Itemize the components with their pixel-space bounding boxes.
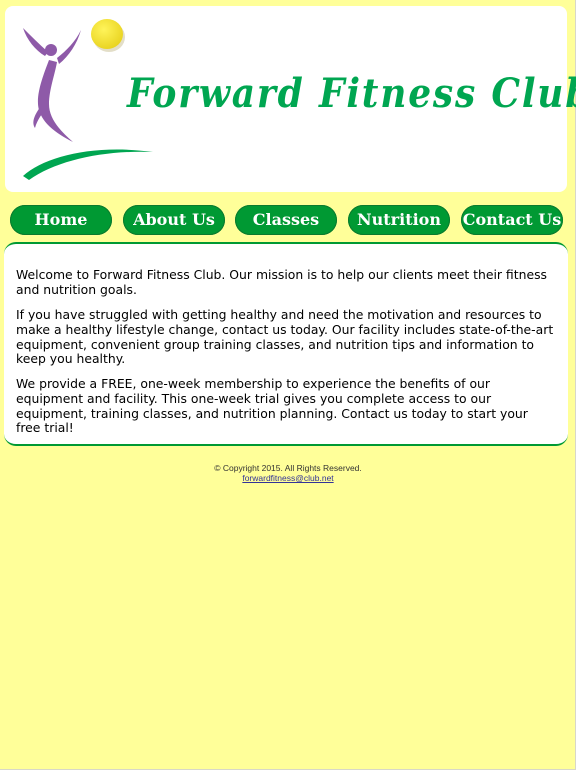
nav-contact-us-button[interactable]: Contact Us	[461, 205, 563, 235]
site-title: Forward Fitness Club	[127, 70, 576, 117]
welcome-paragraph: Welcome to Forward Fitness Club. Our mis…	[16, 267, 547, 297]
header: Forward Fitness Club	[5, 6, 576, 192]
nav-about-us-button[interactable]: About Us	[123, 205, 225, 235]
footer: © Copyright 2015. All Rights Reserved. f…	[0, 463, 576, 483]
nav-nutrition-button[interactable]: Nutrition	[348, 205, 450, 235]
main-navigation: Home About Us Classes Nutrition Contact …	[10, 205, 566, 235]
email-link[interactable]: forwardfitness@club.net	[242, 473, 333, 483]
page: Forward Fitness Club Home About Us Class…	[0, 0, 576, 770]
copyright-text: © Copyright 2015. All Rights Reserved.	[214, 463, 362, 473]
nav-home-button[interactable]: Home	[10, 205, 112, 235]
facility-paragraph: If you have struggled with getting healt…	[16, 307, 554, 367]
free-trial-paragraph: We provide a FREE, one-week membership t…	[16, 376, 528, 436]
main-content: Welcome to Forward Fitness Club. Our mis…	[4, 242, 568, 446]
nav-classes-button[interactable]: Classes	[235, 205, 337, 235]
